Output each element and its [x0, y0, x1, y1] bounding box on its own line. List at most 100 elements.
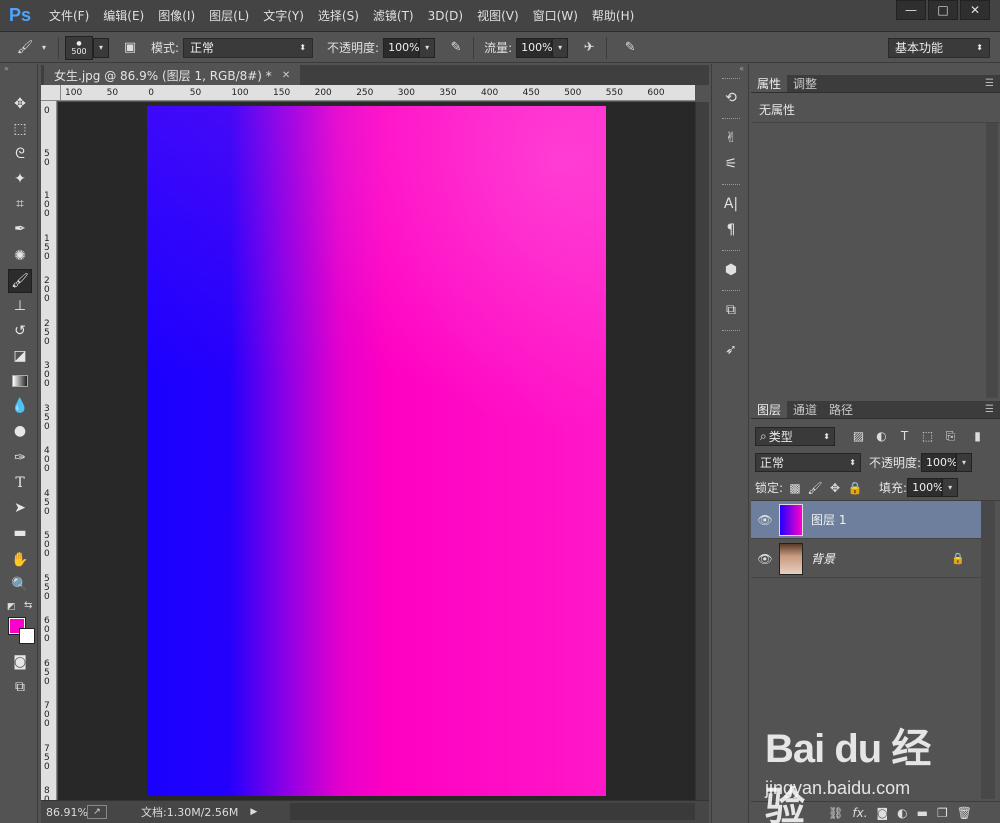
menu-view[interactable]: 视图(V): [470, 0, 526, 32]
flow-field[interactable]: 100%: [516, 37, 553, 58]
dodge-tool-icon[interactable]: ●: [8, 419, 32, 443]
layer-opacity-dropdown[interactable]: ▾: [956, 452, 973, 472]
history-panel-icon[interactable]: ⟲: [719, 86, 743, 110]
magic-wand-tool-icon[interactable]: ✦: [8, 167, 32, 191]
document-tab[interactable]: 女生.jpg @ 86.9% (图层 1, RGB/8#) * ✕: [44, 65, 301, 85]
menu-file[interactable]: 文件(F): [42, 0, 96, 32]
background-thumbnail[interactable]: [779, 542, 803, 575]
status-menu-arrow-icon[interactable]: ▶: [250, 807, 257, 817]
vertical-scrollbar[interactable]: [695, 102, 709, 800]
tab-properties[interactable]: 属性: [751, 75, 788, 92]
menu-filter[interactable]: 滤镜(T): [366, 0, 421, 32]
dock-collapse-icon[interactable]: «: [739, 64, 744, 73]
layer-name[interactable]: 图层 1: [811, 511, 846, 528]
brush-settings-icon[interactable]: ⚟: [719, 152, 743, 176]
tab-layers[interactable]: 图层: [751, 401, 788, 418]
opacity-field[interactable]: 100%: [383, 37, 420, 58]
tab-adjustments[interactable]: 调整: [787, 75, 823, 92]
menu-layer[interactable]: 图层(L): [202, 0, 256, 32]
flow-dropdown[interactable]: ▾: [552, 37, 569, 58]
layer-comps-icon[interactable]: ⧉: [719, 298, 743, 322]
document-canvas[interactable]: [147, 106, 606, 796]
paragraph-panel-icon[interactable]: ¶: [719, 218, 743, 242]
menu-type[interactable]: 文字(Y): [256, 0, 311, 32]
dock-grip[interactable]: [722, 78, 740, 80]
layer-opacity-field[interactable]: 100%: [921, 452, 958, 472]
fill-field[interactable]: 100%: [907, 478, 944, 497]
lasso-tool-icon[interactable]: ᘓ: [8, 142, 32, 166]
export-icon[interactable]: ↗: [87, 805, 107, 819]
layer-row-layer1[interactable]: 👁 图层 1: [751, 501, 981, 539]
filter-shape-icon[interactable]: ⬚: [918, 427, 937, 446]
menu-edit[interactable]: 编辑(E): [96, 0, 151, 32]
dock-grip[interactable]: [722, 118, 740, 120]
panel-collapse-icon[interactable]: »: [4, 64, 9, 73]
tool-preset-dropdown[interactable]: ▾: [36, 38, 52, 58]
pen-tool-icon[interactable]: ✑: [8, 446, 32, 470]
workspace-select[interactable]: 基本功能 ⬍: [888, 37, 990, 58]
visibility-eye-icon[interactable]: 👁: [751, 552, 779, 566]
layers-scrollbar[interactable]: [981, 501, 995, 799]
path-selection-tool-icon[interactable]: ➤: [8, 496, 32, 520]
filter-toggle-icon[interactable]: ▮: [968, 427, 987, 446]
lock-image-icon[interactable]: 🖌: [805, 478, 825, 497]
brush-tool-preset-icon[interactable]: 🖌: [14, 37, 36, 59]
filter-pixel-icon[interactable]: ▨: [849, 427, 868, 446]
vertical-ruler[interactable]: 0 50 100 150 200 250 300 350 400 450 500 550 600 650 7…: [41, 101, 57, 800]
lock-position-icon[interactable]: ✥: [825, 478, 845, 497]
zoom-level[interactable]: 86.91%: [41, 806, 88, 819]
move-tool-icon[interactable]: ✥: [8, 92, 32, 116]
lock-transparency-icon[interactable]: ▩: [785, 478, 805, 497]
quick-mask-icon[interactable]: ◙: [8, 650, 32, 674]
filter-smart-object-icon[interactable]: ⎘: [941, 427, 960, 446]
brush-tool-icon[interactable]: 🖌: [8, 269, 32, 293]
tab-channels[interactable]: 通道: [787, 401, 823, 418]
properties-scrollbar[interactable]: [986, 123, 998, 398]
pressure-opacity-icon[interactable]: ✎: [445, 37, 467, 59]
type-tool-icon[interactable]: T: [8, 471, 32, 495]
filter-adjustment-icon[interactable]: ◐: [872, 427, 891, 446]
close-tab-icon[interactable]: ✕: [282, 70, 290, 81]
3d-panel-icon[interactable]: ⬢: [719, 258, 743, 282]
fill-dropdown[interactable]: ▾: [942, 478, 959, 497]
layer-filter-select[interactable]: ⌕ 类型 ⬍: [755, 426, 835, 446]
dock-grip[interactable]: [722, 250, 740, 252]
crop-tool-icon[interactable]: ⌗: [8, 192, 32, 216]
filter-type-icon[interactable]: T: [895, 427, 914, 446]
close-button[interactable]: ✕: [960, 0, 990, 20]
menu-image[interactable]: 图像(I): [151, 0, 202, 32]
maximize-button[interactable]: □: [928, 0, 958, 20]
background-color-swatch[interactable]: [19, 628, 35, 644]
brush-size-dropdown[interactable]: ▾: [93, 37, 109, 58]
brush-size-picker[interactable]: ● 500: [65, 35, 93, 60]
minimize-button[interactable]: —: [896, 0, 926, 20]
dock-grip[interactable]: [722, 184, 740, 186]
airbrush-icon[interactable]: ✈: [578, 37, 600, 59]
clone-stamp-tool-icon[interactable]: ⊥: [8, 294, 32, 318]
hand-tool-icon[interactable]: ✋: [8, 548, 32, 572]
pressure-size-icon[interactable]: ✎: [619, 37, 641, 59]
tool-presets-icon[interactable]: ➶: [719, 338, 743, 362]
panel-menu-icon[interactable]: ☰: [985, 75, 1000, 92]
blur-tool-icon[interactable]: 💧: [8, 394, 32, 418]
horizontal-ruler[interactable]: 100 50 0 50 100 150 200 250 300 350 400 450 500 550 60…: [61, 85, 695, 101]
horizontal-scrollbar[interactable]: [290, 803, 695, 820]
eyedropper-tool-icon[interactable]: ✒: [8, 217, 32, 241]
tab-paths[interactable]: 路径: [823, 401, 859, 418]
gradient-tool-icon[interactable]: [8, 369, 32, 393]
history-brush-tool-icon[interactable]: ↺: [8, 319, 32, 343]
spot-healing-tool-icon[interactable]: ✺: [8, 244, 32, 268]
ruler-origin[interactable]: [41, 85, 61, 101]
mode-select[interactable]: 正常 ⬍: [183, 37, 314, 58]
layer-name[interactable]: 背景: [811, 550, 835, 567]
lock-all-icon[interactable]: 🔒: [845, 478, 865, 497]
dock-grip[interactable]: [722, 290, 740, 292]
default-colors-icon[interactable]: ◩: [7, 602, 16, 612]
menu-window[interactable]: 窗口(W): [526, 0, 585, 32]
brush-presets-icon[interactable]: ✌: [719, 126, 743, 150]
character-panel-icon[interactable]: A|: [719, 192, 743, 216]
dock-grip[interactable]: [722, 330, 740, 332]
menu-select[interactable]: 选择(S): [311, 0, 366, 32]
visibility-eye-icon[interactable]: 👁: [751, 513, 779, 527]
screen-mode-icon[interactable]: ⧉: [8, 675, 32, 699]
